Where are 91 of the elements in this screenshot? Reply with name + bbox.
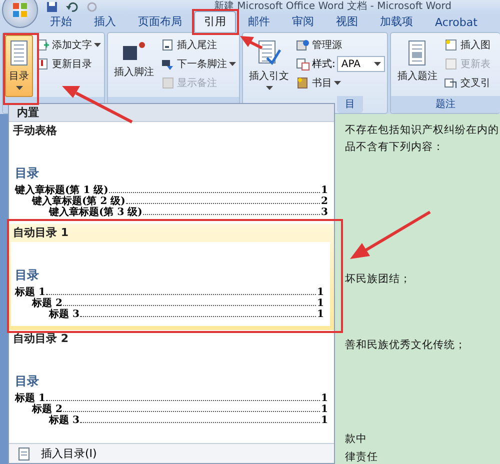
arrow-annotation	[62, 86, 133, 124]
document-icon	[17, 446, 31, 460]
ribbon-small-button[interactable]: 插入图	[443, 37, 492, 54]
ribbon-tab[interactable]: 审阅	[282, 11, 324, 32]
caret-icon	[229, 62, 236, 66]
ribbon-small-button[interactable]: 下一条脚注	[160, 56, 237, 72]
dropdown-value: APA	[341, 58, 360, 70]
style-icon	[296, 57, 310, 72]
page-number: 1	[321, 185, 328, 196]
caption-icon	[407, 40, 428, 66]
ribbon-small-button[interactable]: 管理源	[295, 37, 386, 54]
highlight-frame	[3, 33, 39, 105]
page-number: 1	[317, 309, 324, 320]
ribbon-item-icon	[444, 38, 458, 52]
ribbon-small-button[interactable]: 添加文字	[35, 37, 102, 54]
ribbon-small-button[interactable]: 更新目录	[35, 56, 102, 72]
toc-entry-text: 标题 1	[15, 287, 46, 298]
ribbon-item-icon	[296, 76, 310, 90]
page-number: 1	[321, 393, 328, 404]
ribbon-item-icon	[161, 38, 175, 52]
toc-entry-text: 键入章标题(第 3 级)	[49, 207, 142, 218]
ribbon-tab[interactable]: 引用	[194, 11, 236, 32]
ribbon-small-button[interactable]: 书目	[295, 75, 386, 92]
page-number: 2	[321, 196, 328, 207]
document-text: 品不含有下列内容：	[345, 140, 445, 154]
ribbon-tab[interactable]: 插入	[84, 11, 126, 32]
document-text: 善和民族优秀文化传统；	[345, 338, 467, 352]
caret-icon	[374, 62, 382, 66]
ribbon-item-icon	[161, 76, 175, 90]
office-logo-icon	[12, 2, 28, 18]
caret-icon	[16, 86, 22, 90]
ribbon-item-icon	[36, 38, 50, 52]
ribbon-small-button[interactable]: 插入尾注	[160, 37, 237, 54]
page-number: 1	[317, 287, 324, 298]
ribbon-large-button[interactable]: 插入脚注	[110, 35, 158, 97]
ribbon-small-button: 显示备注	[160, 75, 237, 92]
ribbon-small-button[interactable]: 交叉引	[443, 75, 492, 92]
caret-icon	[334, 81, 341, 86]
toc-preview-heading: 目录	[15, 165, 40, 182]
arrow-annotation	[240, 36, 263, 50]
insert-toc-button[interactable]: 插入目录(I)	[41, 446, 97, 461]
toc-entry-text: 标题 3	[49, 309, 80, 320]
ribbon-item-icon	[296, 38, 310, 52]
ribbon-item-icon	[444, 76, 458, 90]
style-label: 样式:	[312, 58, 336, 72]
page-number: 1	[321, 415, 328, 426]
gallery-header: 内置	[9, 104, 334, 122]
document-text: 坏民族团结；	[345, 272, 412, 286]
toc-entry-text: 标题 1	[15, 393, 46, 404]
gallery-item-title: 自动目录 1	[12, 225, 70, 241]
gallery-item-title: 手动表格	[12, 123, 58, 139]
ribbon-tab[interactable]: 页面布局	[128, 11, 192, 32]
caret-icon	[94, 43, 101, 48]
save-icon[interactable]	[46, 0, 58, 13]
gallery-item[interactable]: 自动目录 1 目录 标题 1 1 标题 2 1 标题 3 1	[9, 224, 334, 330]
toc-preview-heading: 目录	[15, 267, 40, 284]
ribbon-tab[interactable]: 邮件	[238, 11, 280, 32]
toc-preview-heading: 目录	[15, 373, 40, 390]
ribbon-item-icon	[161, 57, 175, 72]
toc-entry-text: 键入章标题(第 1 级)	[15, 185, 108, 196]
ribbon-large-button[interactable]: 插入题注	[393, 35, 442, 96]
page-number: 1	[317, 298, 324, 309]
toc-entry-text: 标题 2	[32, 298, 62, 309]
footnote-icon	[121, 40, 147, 62]
highlight-frame	[192, 9, 239, 35]
document-text: 律责任	[345, 450, 379, 464]
ribbon-tab[interactable]: 视图	[326, 11, 368, 32]
ribbon-tab[interactable]: 开始	[40, 11, 82, 32]
toc-entry-text: 标题 3	[49, 415, 80, 426]
caret-icon	[266, 86, 272, 90]
ribbon-large-button[interactable]: 目录	[5, 35, 33, 97]
group-label: 题注	[391, 96, 500, 113]
style-dropdown[interactable]: APA	[337, 56, 386, 72]
toc-entry-text: 键入章标题(第 2 级)	[32, 196, 126, 207]
gallery-item-title: 自动目录 2	[12, 331, 70, 347]
document-text: 不存在包括知识产权纠纷在内的	[345, 123, 499, 137]
group-label: 目	[337, 96, 364, 113]
ribbon-small-button: 更新表	[443, 56, 492, 72]
document-text: 款中	[345, 432, 368, 446]
ribbon-item-icon	[444, 57, 458, 72]
citation-icon	[257, 40, 281, 66]
page-number: 1	[321, 404, 328, 415]
gallery-item[interactable]: 手动表格 目录 键入章标题(第 1 级) 1 键入章标题(第 2 级) 2 键入章标题(第 3 级) 3	[9, 122, 334, 224]
gallery-item[interactable]: 自动目录 2 目录 标题 1 1 标题 2 1 标题 3 1	[9, 330, 334, 432]
ribbon-item-icon	[36, 57, 50, 72]
toc-entry-text: 标题 2	[32, 404, 62, 415]
undo-icon[interactable]	[66, 0, 78, 13]
document-icon	[9, 40, 29, 66]
ribbon-tab[interactable]: Acrobat	[425, 13, 488, 32]
page-number: 3	[321, 207, 328, 218]
ribbon-tab[interactable]: 加载项	[370, 11, 423, 32]
